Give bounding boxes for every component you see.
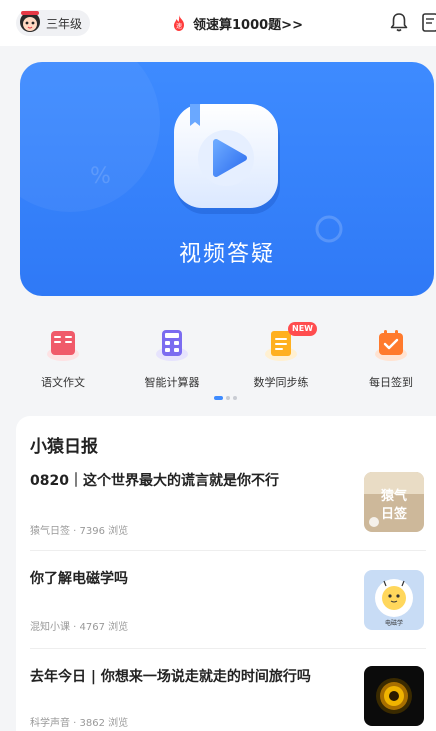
thumbnail-image: 猿气 日签 xyxy=(364,472,424,532)
tool-label: 语文作文 xyxy=(41,376,85,389)
news-article[interactable]: 去年今日 | 你想来一场说走就走的时间旅行吗 科学声音 · 3862 浏览 xyxy=(30,666,426,731)
fire-icon: 速 xyxy=(174,15,184,31)
tool-chinese-composition[interactable]: 语文作文 xyxy=(18,320,108,400)
svg-text:电磁学: 电磁学 xyxy=(385,619,403,627)
notebook-icon xyxy=(47,331,79,361)
tool-daily-checkin[interactable]: 每日签到 xyxy=(346,320,436,400)
percent-decoration: % xyxy=(90,164,111,189)
promo-banner[interactable]: 速 领速算1000题>> xyxy=(170,13,303,33)
article-meta: 混知小课 · 4767 浏览 xyxy=(30,622,129,633)
calendar-check-icon xyxy=(375,330,407,361)
divider xyxy=(30,648,426,649)
grade-label: 三年级 xyxy=(46,17,83,31)
daily-news-card: 小猿日报 0820｜这个世界最大的谎言就是你不行 猿气日签 · 7396 浏览 … xyxy=(16,416,436,731)
hero-caption: 视频答疑 xyxy=(178,242,275,267)
article-thumbnail xyxy=(364,666,424,726)
tool-smart-calculator[interactable]: 智能计算器 xyxy=(127,320,217,400)
video-qa-banner[interactable]: % 视频答疑 xyxy=(20,62,434,296)
article-title: 0820｜这个世界最大的谎言就是你不行 xyxy=(30,473,279,489)
video-play-icon xyxy=(174,104,280,214)
news-section-title: 小猿日报 xyxy=(30,437,98,457)
bell-icon[interactable] xyxy=(388,11,410,33)
article-thumbnail: 猿气 日签 xyxy=(364,472,424,532)
tool-math-practice[interactable]: NEW 数学同步练 xyxy=(236,320,326,400)
calculator-icon xyxy=(156,330,188,361)
tool-label: 每日签到 xyxy=(369,376,413,389)
thumbnail-image xyxy=(364,666,424,726)
article-meta: 猿气日签 · 7396 浏览 xyxy=(30,526,129,537)
article-meta: 科学声音 · 3862 浏览 xyxy=(30,718,129,729)
top-bar: 三年级 速 领速算1000题>> xyxy=(0,0,436,46)
pager-dot-active xyxy=(214,396,223,400)
pager-dot xyxy=(226,396,230,400)
avatar[interactable] xyxy=(18,8,42,36)
promo-text: 领速算1000题>> xyxy=(193,17,303,33)
quick-tools: 语文作文 智能计算器 NEW 数学同步练 每日签到 xyxy=(0,320,436,404)
tool-label: 智能计算器 xyxy=(144,376,200,389)
tool-label: 数学同步练 xyxy=(253,376,309,389)
hero-decoration xyxy=(20,62,160,212)
divider xyxy=(30,550,426,551)
svg-text:日签: 日签 xyxy=(381,506,408,522)
svg-text:速: 速 xyxy=(176,23,182,30)
svg-text:猿气: 猿气 xyxy=(380,488,407,504)
article-title: 去年今日 | 你想来一场说走就走的时间旅行吗 xyxy=(30,669,311,685)
pager-dot xyxy=(233,396,237,400)
article-title: 你了解电磁学吗 xyxy=(30,571,128,587)
new-badge: NEW xyxy=(288,322,317,336)
article-thumbnail: 电磁学 xyxy=(364,570,424,630)
news-article[interactable]: 你了解电磁学吗 混知小课 · 4767 浏览 电磁学 xyxy=(30,568,426,666)
thumbnail-image: 电磁学 xyxy=(364,570,424,630)
news-article[interactable]: 0820｜这个世界最大的谎言就是你不行 猿气日签 · 7396 浏览 猿气 日签 xyxy=(30,470,426,568)
scan-icon[interactable] xyxy=(420,11,436,33)
pager-dots xyxy=(214,396,237,400)
